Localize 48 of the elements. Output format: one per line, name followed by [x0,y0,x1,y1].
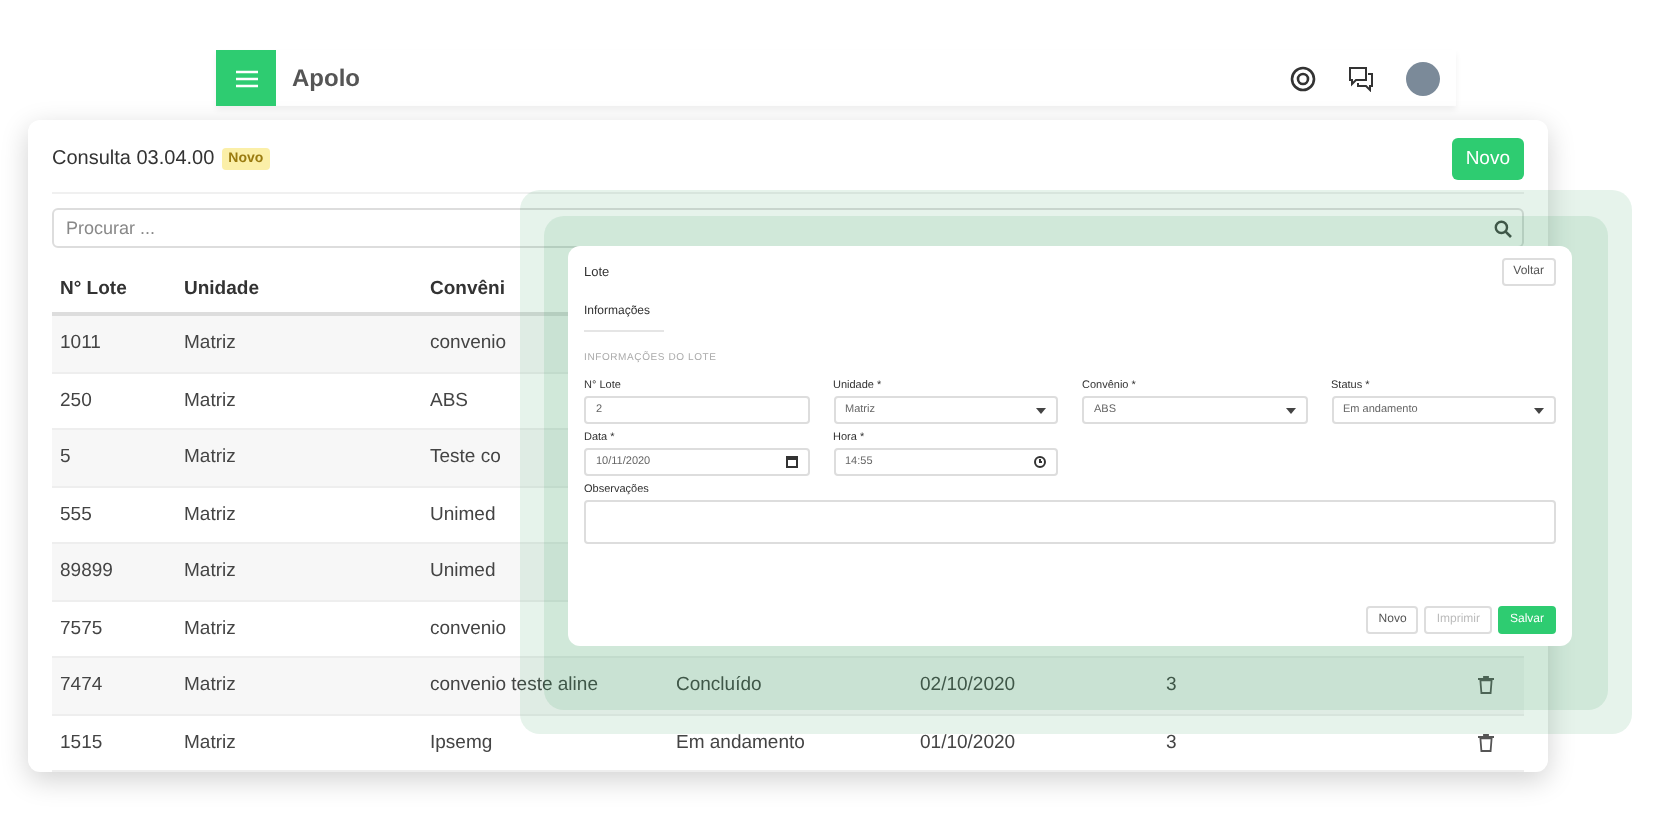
table-cell: Matriz [184,446,236,469]
table-cell: Ipsemg [430,731,493,754]
page-title: Consulta 03.04.00 [52,147,215,169]
menu-icon [235,69,257,87]
table-cell: Unimed [430,560,496,583]
help-icon[interactable] [1290,65,1316,91]
table-cell: convenio teste aline [430,674,598,697]
column-header: Convêni [430,277,505,299]
table-cell: Matriz [184,674,236,697]
caret-icon [1534,407,1544,413]
table-cell: Matriz [184,617,236,640]
calendar-icon [785,456,797,468]
table-cell: 02/10/2020 [920,674,1016,697]
table-cell: 1515 [60,731,103,754]
table-cell: convenio [430,617,507,640]
table-cell: Matriz [184,332,236,355]
table-cell: 1011 [60,332,101,355]
table-cell: convenio [430,332,507,355]
table-cell: 5 [60,446,71,469]
search-field[interactable]: Procurar ... [52,208,1524,248]
app-title: Apolo [292,64,362,92]
search-icon[interactable] [1494,219,1512,237]
table-cell: 89899 [60,560,113,583]
table-cell: Matriz [184,731,236,754]
table-cell: Em andamento [676,731,805,754]
clock-icon [1034,456,1046,468]
table-cell: Matriz [184,560,236,583]
column-header: Unidade [184,277,259,299]
table-cell: 250 [60,389,92,412]
trash-icon[interactable] [1478,733,1494,752]
caret-icon [1285,407,1295,413]
user-avatar[interactable] [1406,61,1440,95]
table-cell: Concluído [676,674,762,697]
table-cell: 3 [1166,674,1177,697]
table-cell: Matriz [184,389,236,412]
table-cell: 01/10/2020 [920,731,1016,754]
table-cell: Matriz [184,503,236,526]
table-cell: ABS [430,389,469,412]
table-cell: 7474 [60,674,103,697]
table-cell: 7575 [60,617,103,640]
trash-icon[interactable] [1478,676,1494,695]
chat-icon[interactable] [1348,65,1374,91]
table-cell: 3 [1166,731,1177,754]
caret-icon [1036,407,1046,413]
table-cell: Teste co [430,446,501,469]
table-cell: Unimed [430,503,496,526]
column-header: N° Lote [60,277,127,299]
table-cell: 555 [60,503,92,526]
